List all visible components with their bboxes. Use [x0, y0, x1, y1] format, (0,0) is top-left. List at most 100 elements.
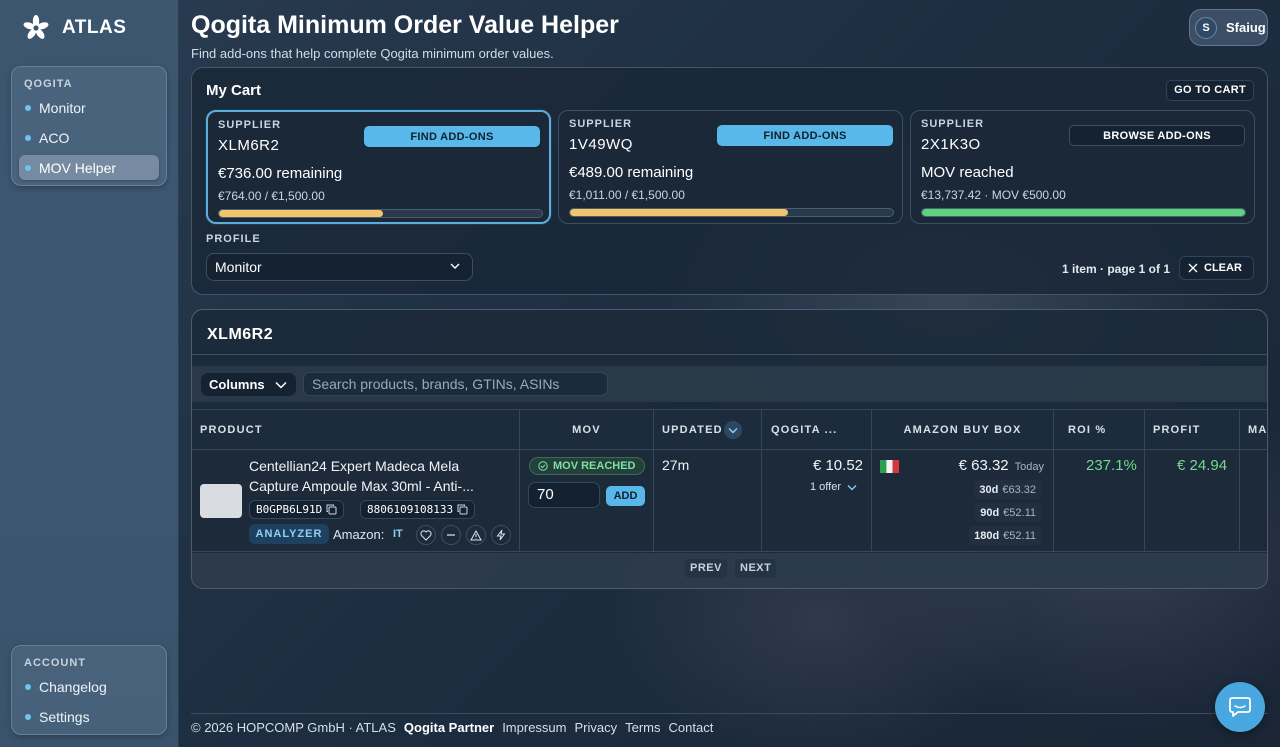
- progress-fill: [219, 210, 384, 217]
- sidebar-item-label: Monitor: [39, 99, 86, 116]
- column-header-product[interactable]: PRODUCT: [192, 410, 520, 451]
- footer-link-impressum[interactable]: Impressum: [502, 720, 566, 735]
- avatar: S: [1195, 16, 1217, 39]
- column-header-profit[interactable]: PROFIT: [1145, 410, 1240, 451]
- sidebar-item-changelog[interactable]: Changelog: [19, 674, 159, 699]
- supplier-amounts: €1,011.00 / €1,500.00: [569, 188, 685, 202]
- updated-cell: 27m: [654, 450, 762, 552]
- analyzer-button[interactable]: ANALYZER: [249, 524, 329, 544]
- progress-bar: [218, 209, 543, 218]
- history-30d: 30d €63.32: [974, 480, 1041, 499]
- find-add-ons-button[interactable]: FIND ADD-ONS: [717, 125, 893, 146]
- sidebar-item-label: Changelog: [39, 678, 107, 695]
- supplier-status: MOV reached: [921, 164, 1014, 181]
- check-circle-icon: [538, 461, 548, 471]
- nav-dot-icon: [25, 104, 31, 111]
- table-header: PRODUCT MOV UPDATED QOGITA ... AMAZON BU…: [192, 409, 1267, 451]
- history-period: 30d: [979, 483, 999, 496]
- minus-icon[interactable]: [441, 525, 461, 545]
- pagination: PREV NEXT: [192, 553, 1267, 588]
- clear-label: CLEAR: [1204, 262, 1242, 274]
- nav-main: QOGITA Monitor ACO MOV Helper: [11, 66, 167, 186]
- supplier-label: SUPPLIER: [569, 118, 633, 130]
- amazon-market-link[interactable]: IT: [393, 528, 403, 540]
- supplier-amounts: €764.00 / €1,500.00: [218, 189, 325, 203]
- columns-button[interactable]: Columns: [201, 373, 296, 396]
- supplier-card[interactable]: SUPPLIER 1V49WQ FIND ADD-ONS €489.00 rem…: [558, 110, 903, 224]
- brand[interactable]: ATLAS: [22, 14, 126, 42]
- cart-panel: My Cart GO TO CART SUPPLIER XLM6R2 FIND …: [191, 67, 1268, 295]
- history-180d: 180d €52.11: [969, 526, 1041, 545]
- chat-button[interactable]: [1215, 682, 1265, 732]
- add-button[interactable]: ADD: [606, 486, 645, 506]
- find-add-ons-button[interactable]: FIND ADD-ONS: [364, 126, 540, 147]
- footer-link-contact[interactable]: Contact: [669, 720, 714, 735]
- sidebar-item-monitor[interactable]: Monitor: [19, 95, 159, 120]
- italy-flag-icon: [880, 460, 899, 473]
- profile-select[interactable]: Monitor: [206, 253, 473, 281]
- search-input[interactable]: Search products, brands, GTINs, ASINs: [303, 372, 608, 396]
- sort-desc-icon[interactable]: [724, 421, 742, 439]
- asin-chip[interactable]: B0GPB6L91D: [249, 500, 345, 519]
- supplier-card[interactable]: SUPPLIER 2X1K3O BROWSE ADD-ONS MOV reach…: [910, 110, 1255, 224]
- footer-copyright: © 2026 HOPCOMP GmbH · ATLAS: [191, 720, 396, 735]
- clear-button[interactable]: CLEAR: [1179, 256, 1254, 280]
- sidebar-item-mov-helper[interactable]: MOV Helper: [19, 155, 159, 180]
- footer-partner: Qogita Partner: [403, 720, 495, 735]
- prev-button[interactable]: PREV: [685, 559, 727, 578]
- user-menu[interactable]: S Sfaiug: [1189, 9, 1268, 46]
- offers-label: 1 offer: [810, 481, 841, 493]
- profit-value: € 24.94: [1177, 457, 1228, 474]
- mov-reached-badge: MOV REACHED: [529, 457, 645, 475]
- column-header-ma[interactable]: MA: [1240, 410, 1267, 451]
- gtin-chip[interactable]: 8806109108133: [360, 500, 476, 519]
- lightning-icon[interactable]: [491, 525, 511, 545]
- column-header-updated[interactable]: UPDATED: [654, 410, 762, 451]
- page-subtitle: Find add-ons that help complete Qogita m…: [191, 46, 554, 61]
- sidebar-item-label: MOV Helper: [39, 159, 117, 176]
- heart-icon[interactable]: [416, 525, 436, 545]
- go-to-cart-button[interactable]: GO TO CART: [1166, 80, 1254, 101]
- sidebar-item-label: Settings: [39, 708, 90, 725]
- copy-icon[interactable]: [326, 504, 337, 515]
- mov-badge-label: MOV REACHED: [553, 460, 636, 472]
- column-header-roi[interactable]: ROI %: [1054, 410, 1145, 451]
- cart-title: My Cart: [206, 82, 262, 99]
- nav-dot-icon: [25, 164, 31, 171]
- column-header-qogita[interactable]: QOGITA ...: [762, 410, 872, 451]
- product-cell: Centellian24 Expert Madeca Mela Capture …: [192, 450, 520, 552]
- footer-link-privacy[interactable]: Privacy: [574, 720, 617, 735]
- nav-section-account: ACCOUNT: [24, 657, 86, 669]
- sidebar-item-settings[interactable]: Settings: [19, 704, 159, 729]
- product-name[interactable]: Centellian24 Expert Madeca Mela Capture …: [249, 456, 509, 496]
- column-header-mov[interactable]: MOV: [520, 410, 654, 451]
- chevron-down-icon: [450, 263, 460, 269]
- column-header-amazon-buy-box[interactable]: AMAZON BUY BOX: [872, 410, 1054, 451]
- columns-label: Columns: [209, 377, 265, 392]
- updated-value: 27m: [662, 457, 690, 473]
- sidebar-item-aco[interactable]: ACO: [19, 125, 159, 150]
- supplier-label: SUPPLIER: [218, 119, 282, 131]
- browse-add-ons-button[interactable]: BROWSE ADD-ONS: [1069, 125, 1245, 146]
- nav-dot-icon: [25, 683, 31, 690]
- flower-logo-icon: [23, 15, 49, 39]
- history-value: €52.11: [1003, 506, 1036, 519]
- next-button[interactable]: NEXT: [735, 559, 777, 578]
- progress-bar: [569, 208, 894, 217]
- table-row: Centellian24 Expert Madeca Mela Capture …: [192, 450, 1267, 552]
- quantity-input[interactable]: 70: [528, 482, 600, 508]
- nav-section-qogita: QOGITA: [24, 78, 73, 90]
- qogita-cell: € 10.52 1 offer: [762, 450, 872, 552]
- warning-icon[interactable]: [466, 525, 486, 545]
- offers-toggle[interactable]: 1 offer: [810, 481, 857, 493]
- copy-icon[interactable]: [457, 504, 468, 515]
- close-icon: [1188, 263, 1198, 273]
- roi-value: 237.1%: [1086, 457, 1137, 474]
- amazon-label: Amazon:: [333, 527, 385, 542]
- footer-link-terms[interactable]: Terms: [625, 720, 660, 735]
- supplier-card[interactable]: SUPPLIER XLM6R2 FIND ADD-ONS €736.00 rem…: [206, 110, 551, 224]
- sidebar-item-label: ACO: [39, 129, 70, 146]
- history-90d: 90d €52.11: [975, 503, 1041, 522]
- column-header-label: UPDATED: [662, 424, 723, 436]
- history-value: €52.11: [1003, 529, 1036, 542]
